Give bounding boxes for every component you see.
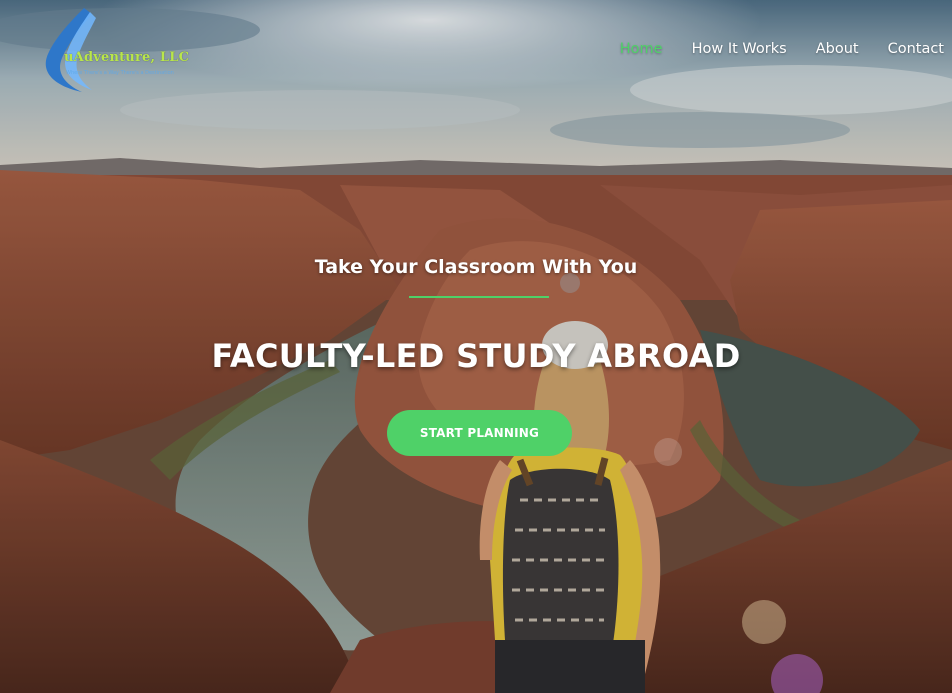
- hero-divider: [409, 296, 549, 298]
- nav-link-about[interactable]: About: [787, 41, 859, 57]
- hero-headline: FACULTY-LED STUDY ABROAD: [211, 337, 741, 375]
- nav-link-home[interactable]: Home: [591, 41, 663, 57]
- brand-tagline: Where There's a Way There's a Destinatio…: [66, 70, 174, 76]
- nav-link-how-it-works[interactable]: How It Works: [663, 41, 787, 57]
- start-planning-button[interactable]: START PLANNING: [387, 410, 572, 456]
- main-nav: Home How It Works About Contact: [591, 41, 944, 57]
- brand-name: uAdventure, LLC: [64, 50, 190, 65]
- nav-link-contact[interactable]: Contact: [859, 41, 944, 57]
- hero-subtitle: Take Your Classroom With You: [314, 256, 638, 278]
- brand-logo[interactable]: uAdventure, LLC Where There's a Way Ther…: [34, 6, 189, 96]
- hero-section: uAdventure, LLC Where There's a Way Ther…: [0, 0, 952, 693]
